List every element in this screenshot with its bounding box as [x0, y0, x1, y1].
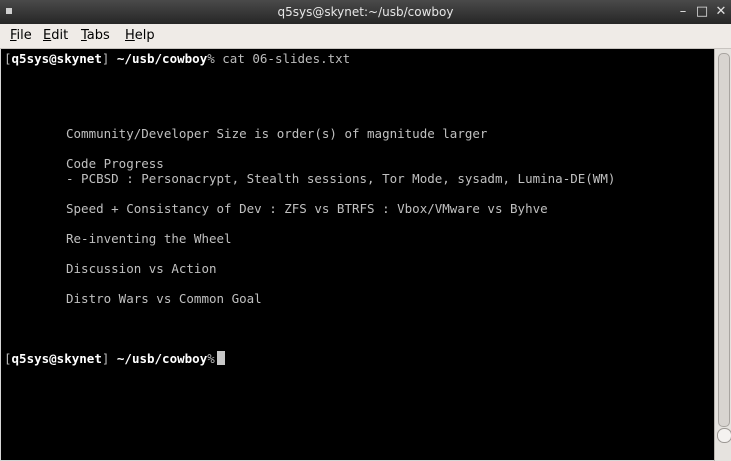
prompt-open-bracket: [: [4, 51, 12, 66]
vertical-scrollbar[interactable]: [714, 49, 731, 461]
active-prompt-line[interactable]: [q5sys@skynet] ~/usb/cowboy%: [4, 351, 225, 366]
terminal-window: q5sys@skynet:~/usb/cowboy – □ ✕ File Edi…: [0, 0, 731, 461]
minimize-icon[interactable]: –: [675, 4, 691, 20]
prompt-close-bracket: ]: [101, 351, 110, 366]
prompt-sign: %: [207, 351, 215, 366]
menu-file[interactable]: File: [10, 28, 32, 43]
menu-tabs[interactable]: Tabs: [81, 28, 110, 43]
slide-line: Community/Developer Size is order(s) of …: [66, 126, 488, 141]
slide-line: Re-inventing the Wheel: [66, 231, 232, 246]
prompt-close-bracket: ]: [101, 51, 110, 66]
menu-help[interactable]: Help: [125, 28, 155, 43]
menu-edit[interactable]: Edit: [43, 28, 68, 43]
prompt-path: ~/usb/cowboy: [116, 351, 208, 366]
slide-line: Discussion vs Action: [66, 261, 217, 276]
prompt-open-bracket: [: [4, 351, 12, 366]
menu-edit-accel: E: [43, 28, 52, 43]
prompt-user-host: q5sys@skynet: [11, 51, 102, 66]
prompt-path: ~/usb/cowboy: [116, 51, 208, 66]
menu-tabs-label: abs: [86, 28, 110, 43]
title-bar[interactable]: q5sys@skynet:~/usb/cowboy – □ ✕: [0, 0, 731, 24]
slide-line: Distro Wars vs Common Goal: [66, 291, 262, 306]
slide-line: - PCBSD : Personacrypt, Stealth sessions…: [66, 171, 616, 186]
command-text: cat 06-slides.txt: [214, 51, 351, 66]
menu-edit-label: dit: [51, 28, 69, 43]
prompt-user-host: q5sys@skynet: [11, 351, 102, 366]
menu-help-label: elp: [134, 28, 155, 43]
window-title: q5sys@skynet:~/usb/cowboy: [277, 5, 454, 19]
close-icon[interactable]: ✕: [713, 4, 729, 20]
slide-line: Speed + Consistancy of Dev : ZFS vs BTRF…: [66, 201, 548, 216]
terminal-output[interactable]: [q5sys@skynet] ~/usb/cowboy% cat 06-slid…: [1, 49, 714, 460]
scrollbar-thumb[interactable]: [718, 53, 730, 427]
slide-line: Code Progress: [66, 156, 164, 171]
prompt-sign: %: [207, 51, 215, 66]
scrollbar-knob[interactable]: [717, 428, 731, 443]
maximize-icon[interactable]: □: [694, 4, 710, 20]
text-cursor: [216, 351, 225, 365]
menu-help-accel: H: [125, 28, 135, 43]
command-line: [q5sys@skynet] ~/usb/cowboy% cat 06-slid…: [4, 51, 350, 66]
menu-file-label: ile: [16, 28, 32, 43]
menu-bar: File Edit Tabs Help: [0, 24, 731, 49]
